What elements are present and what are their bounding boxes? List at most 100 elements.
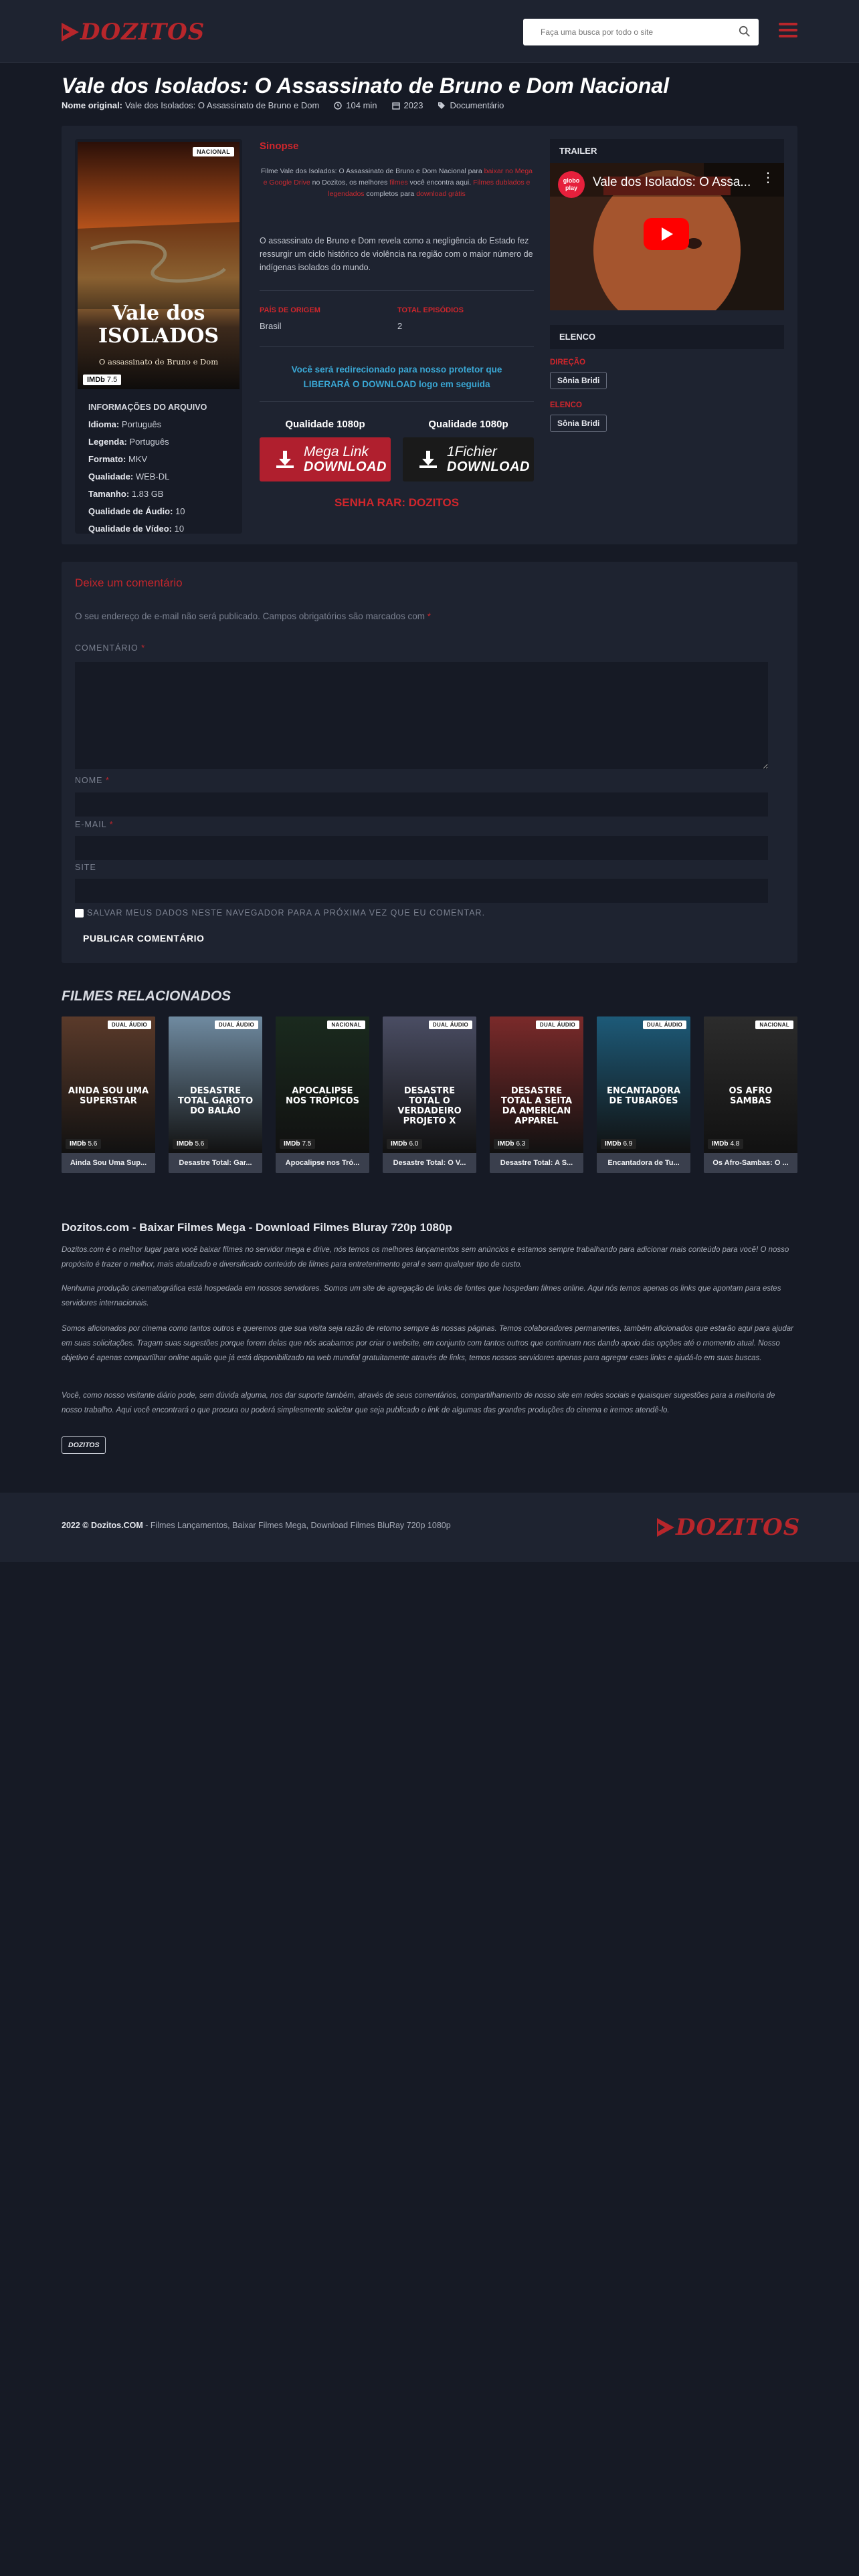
search-box — [523, 19, 759, 45]
comment-textarea[interactable] — [75, 662, 768, 769]
related-rating: 4.8 — [730, 1140, 740, 1148]
cast-heading: ELENCO — [550, 325, 784, 349]
file-info-row: Qualidade: WEB-DL — [88, 471, 170, 481]
related-poster-text: OS AFRO SAMBAS — [729, 1086, 773, 1106]
related-rating: 6.0 — [409, 1140, 419, 1148]
total-episodes-label: TOTAL EPISÓDIOS — [397, 306, 464, 314]
country-label: PAÍS DE ORIGEM — [260, 306, 320, 314]
related-movie-card[interactable]: DESASTRE TOTAL A SEITA DA AMERICAN APPAR… — [490, 1016, 583, 1173]
cast-label: ELENCO — [550, 401, 582, 409]
file-info-row: Idioma: Português — [88, 419, 162, 429]
seo-title: Dozitos.com - Baixar Filmes Mega - Downl… — [62, 1221, 452, 1234]
site-footer: 2022 © Dozitos.COM - Filmes Lançamentos,… — [0, 1493, 859, 1562]
more-options-icon[interactable]: ⋮ — [761, 171, 775, 185]
related-movie-card[interactable]: AINDA SOU UMA SUPERSTAR DUAL ÁUDIO IMDb 5.6… — [62, 1016, 155, 1173]
related-imdb-badge: IMDb 6.3 — [494, 1139, 530, 1149]
related-poster-text: ENCANTADORA DE TUBARÕES — [606, 1086, 681, 1106]
download-icon — [276, 451, 294, 468]
file-info-row: Qualidade de Áudio: 10 — [88, 506, 185, 516]
fichier-download-button[interactable]: 1Fichier DOWNLOAD — [403, 437, 534, 481]
related-movie-title: Encantadora de Tu... — [597, 1153, 690, 1173]
download-icon — [419, 451, 437, 468]
mega-download-button[interactable]: Mega Link DOWNLOAD — [260, 437, 391, 481]
related-badge: NACIONAL — [327, 1021, 365, 1029]
related-badge: DUAL ÁUDIO — [428, 1021, 472, 1029]
related-poster-text: DESASTRE TOTAL GAROTO DO BALÃO — [177, 1086, 254, 1116]
search-icon[interactable] — [739, 25, 751, 37]
related-movie-title: Desastre Total: O V... — [383, 1153, 476, 1173]
redirect-notice: Você será redirecionado para nosso prote… — [291, 364, 502, 389]
save-data-label: SALVAR MEUS DADOS NESTE NAVEGADOR PARA A… — [87, 908, 486, 918]
related-imdb-badge: IMDb 6.9 — [601, 1139, 637, 1149]
divider — [260, 290, 534, 291]
play-icon — [62, 23, 79, 41]
comment-label: COMENTÁRIO * — [75, 643, 146, 653]
duration: 104 min — [334, 100, 377, 110]
hamburger-menu-icon[interactable] — [779, 23, 797, 39]
video-title: Vale dos Isolados: O Assa... — [593, 175, 751, 189]
dozitos-button[interactable]: DOZITOS — [62, 1436, 106, 1454]
related-movie-title: Desastre Total: Gar... — [169, 1153, 262, 1173]
intro-link[interactable]: download grátis — [416, 190, 466, 198]
seo-paragraph: Somos aficionados por cinema como tantos… — [62, 1325, 793, 1362]
related-badge: DUAL ÁUDIO — [214, 1021, 258, 1029]
footer-logo[interactable]: DOZITOS — [657, 1514, 800, 1541]
related-movie-title: Ainda Sou Uma Sup... — [62, 1153, 155, 1173]
related-movie-poster: ENCANTADORA DE TUBARÕES DUAL ÁUDIO IMDb 6.9 — [597, 1016, 690, 1153]
related-movie-poster: DESASTRE TOTAL GAROTO DO BALÃO DUAL ÁUDIO… — [169, 1016, 262, 1153]
imdb-label: IMDb — [87, 376, 105, 384]
intro-link[interactable]: baixar no — [484, 167, 513, 175]
channel-avatar: globo play — [558, 171, 585, 198]
email-field[interactable] — [75, 836, 768, 860]
synopsis-heading: Sinopse — [260, 140, 299, 152]
related-rating: 6.9 — [623, 1140, 633, 1148]
file-info-row: Legenda: Português — [88, 437, 169, 447]
related-movie-card[interactable]: DESASTRE TOTAL GAROTO DO BALÃO DUAL ÁUDIO… — [169, 1016, 262, 1173]
seo-paragraph: Você, como nosso visitante diário pode, … — [62, 1392, 775, 1414]
movie-meta: Nome original: Vale dos Isolados: O Assa… — [62, 100, 504, 110]
original-name-label: Nome original: — [62, 100, 123, 110]
related-movie-card[interactable]: ENCANTADORA DE TUBARÕES DUAL ÁUDIO IMDb 6.9… — [597, 1016, 690, 1173]
clock-icon — [334, 101, 342, 110]
related-poster-text: AINDA SOU UMA SUPERSTAR — [68, 1086, 149, 1106]
related-imdb-badge: IMDb 4.8 — [708, 1139, 744, 1149]
seo-paragraph: Nenhuma produção cinematográfica está ho… — [62, 1285, 781, 1307]
comment-form-title: Deixe um comentário — [75, 576, 183, 589]
file-info-row: Formato: MKV — [88, 454, 148, 464]
related-movie-title: Apocalipse nos Tró... — [276, 1153, 369, 1173]
mega-quality-label: Qualidade 1080p — [285, 419, 365, 430]
year-value: 2023 — [403, 100, 423, 110]
email-label: E-MAIL * — [75, 820, 114, 829]
director-tag[interactable]: Sônia Bridi — [550, 372, 607, 389]
related-imdb-badge: IMDb 6.0 — [387, 1139, 423, 1149]
related-imdb-badge: IMDb 7.5 — [280, 1139, 316, 1149]
related-rating: 5.6 — [88, 1140, 98, 1148]
director-label: DIREÇÃO — [550, 358, 586, 366]
related-movie-poster: APOCALIPSE NOS TRÓPICOS NACIONAL IMDb 7.5 — [276, 1016, 369, 1153]
genre[interactable]: Documentário — [438, 100, 504, 110]
related-movie-card[interactable]: DESASTRE TOTAL O VERDADEIRO PROJETO X DUA… — [383, 1016, 476, 1173]
site-logo[interactable]: DOZITOS — [62, 19, 205, 45]
related-poster-text: APOCALIPSE NOS TRÓPICOS — [285, 1086, 360, 1106]
related-badge: DUAL ÁUDIO — [535, 1021, 579, 1029]
save-data-checkbox[interactable] — [75, 909, 84, 918]
related-movie-card[interactable]: APOCALIPSE NOS TRÓPICOS NACIONAL IMDb 7.5 Ap… — [276, 1016, 369, 1173]
intro-link[interactable]: Filmes — [473, 179, 494, 187]
related-badge: DUAL ÁUDIO — [642, 1021, 686, 1029]
intro-link[interactable]: filmes — [389, 179, 407, 187]
play-button-icon[interactable] — [644, 218, 689, 250]
seo-paragraph: Dozitos.com é o melhor lugar para você b… — [62, 1246, 789, 1269]
year: 2023 — [391, 100, 423, 110]
site-field[interactable] — [75, 879, 768, 903]
related-movie-card[interactable]: OS AFRO SAMBAS NACIONAL IMDb 4.8 Os Afro-Sam… — [704, 1016, 797, 1173]
trailer-video[interactable]: globo play Vale dos Isolados: O Assa... … — [550, 163, 784, 310]
divider — [260, 346, 534, 347]
cast-tag[interactable]: Sônia Bridi — [550, 415, 607, 432]
publish-comment-button[interactable]: PUBLICAR COMENTÁRIO — [75, 927, 212, 950]
name-field[interactable] — [75, 792, 768, 817]
poster-subtitle: O assassinato de Bruno e Dom — [98, 357, 219, 366]
page-title: Vale dos Isolados: O Assassinato de Brun… — [62, 74, 670, 98]
imdb-rating-badge: IMDb 7.5 — [83, 374, 122, 385]
search-input[interactable] — [523, 19, 724, 45]
footer-copyright: 2022 © Dozitos.COM - Filmes Lançamentos,… — [62, 1521, 451, 1530]
